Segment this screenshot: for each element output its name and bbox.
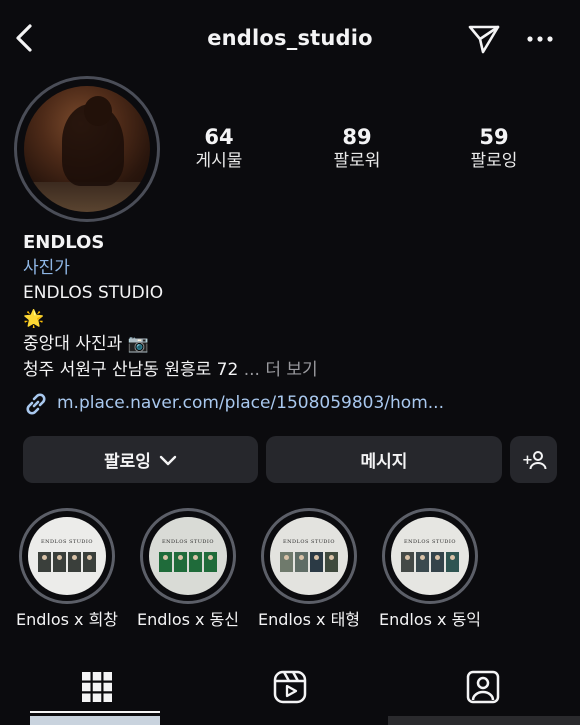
stat-following[interactable]: 59 팔로잉: [439, 124, 549, 172]
profile-header: endlos_studio: [0, 0, 580, 76]
stat-posts[interactable]: 64 게시물: [164, 124, 274, 172]
link-icon: [26, 393, 46, 415]
profile-name: ENDLOS: [23, 232, 105, 253]
suggest-people-button[interactable]: +: [510, 436, 557, 483]
stat-followers-count: 89: [342, 125, 372, 149]
stat-following-count: 59: [479, 125, 509, 149]
tab-posts-grid[interactable]: [0, 662, 193, 712]
bio-link-text: m.place.naver.com/place/1508059803/hom..…: [57, 393, 444, 414]
bio-line-3: 중앙대 사진과 📷: [23, 334, 149, 354]
paper-plane-icon: [468, 25, 500, 54]
see-more-link[interactable]: ... 더 보기: [244, 360, 318, 380]
highlight-4[interactable]: ENDLOS STUDIO Endlos x 동익: [369, 508, 491, 630]
tagged-user-icon: [466, 670, 499, 704]
highlight-cover: ENDLOS STUDIO: [19, 508, 115, 604]
highlight-brand: ENDLOS STUDIO: [282, 539, 336, 545]
highlight-cover: ENDLOS STUDIO: [140, 508, 236, 604]
stat-posts-count: 64: [204, 125, 234, 149]
highlight-2[interactable]: ENDLOS STUDIO Endlos x 동신: [127, 508, 249, 630]
tab-selected-indicator: [30, 711, 160, 713]
bio-line-1: ENDLOS STUDIO: [23, 283, 164, 303]
highlight-brand: ENDLOS STUDIO: [161, 539, 215, 545]
ellipsis-icon: [527, 36, 553, 42]
chevron-down-icon: [159, 455, 177, 465]
message-button-label: 메시지: [360, 452, 408, 472]
highlight-1[interactable]: ENDLOS STUDIO Endlos x 희창: [6, 508, 128, 630]
highlight-label: Endlos x 희창: [15, 610, 119, 629]
following-button[interactable]: 팔로잉: [23, 436, 258, 483]
highlight-cover: ENDLOS STUDIO: [382, 508, 478, 604]
grid-post-thumbnail[interactable]: [388, 716, 580, 725]
profile-avatar[interactable]: [14, 76, 160, 222]
following-button-label: 팔로잉: [104, 452, 151, 472]
profile-bio: ENDLOS 사진가 ENDLOS STUDIO 🌟 중앙대 사진과 📷 청주 …: [23, 230, 563, 417]
highlight-cover: ENDLOS STUDIO: [261, 508, 357, 604]
stat-posts-label: 게시물: [195, 151, 243, 171]
bio-line-2: 🌟: [23, 308, 45, 329]
grid-post-thumbnail[interactable]: [193, 716, 384, 725]
more-options-button[interactable]: [524, 24, 556, 54]
tab-reels[interactable]: [193, 662, 386, 712]
highlight-label: Endlos x 태형: [257, 610, 361, 629]
tab-tagged[interactable]: [386, 662, 579, 712]
profile-tabs: [0, 662, 580, 713]
bio-line-4: 청주 서원구 산남동 원흥로 72 ... 더 보기: [23, 358, 563, 384]
profile-category[interactable]: 사진가: [23, 256, 563, 282]
stat-following-label: 팔로잉: [470, 151, 518, 171]
highlight-brand: ENDLOS STUDIO: [403, 539, 457, 545]
grid-icon: [81, 672, 112, 702]
bio-address: 청주 서원구 산남동 원흥로 72: [23, 359, 239, 380]
avatar-photo: [24, 86, 150, 212]
posts-grid-preview: [0, 716, 580, 725]
message-button[interactable]: 메시지: [266, 436, 502, 483]
direct-message-button[interactable]: [466, 22, 502, 56]
highlight-brand: ENDLOS STUDIO: [40, 539, 94, 545]
highlight-label: Endlos x 동익: [378, 610, 482, 629]
highlight-3[interactable]: ENDLOS STUDIO Endlos x 태형: [248, 508, 370, 630]
highlight-label: Endlos x 동신: [136, 610, 240, 629]
stat-followers[interactable]: 89 팔로워: [302, 124, 412, 172]
bio-link[interactable]: m.place.naver.com/place/1508059803/hom..…: [23, 391, 563, 417]
reels-icon: [273, 670, 306, 704]
grid-post-thumbnail[interactable]: [30, 716, 160, 725]
stat-followers-label: 팔로워: [333, 151, 381, 171]
add-person-icon: +: [522, 450, 546, 469]
